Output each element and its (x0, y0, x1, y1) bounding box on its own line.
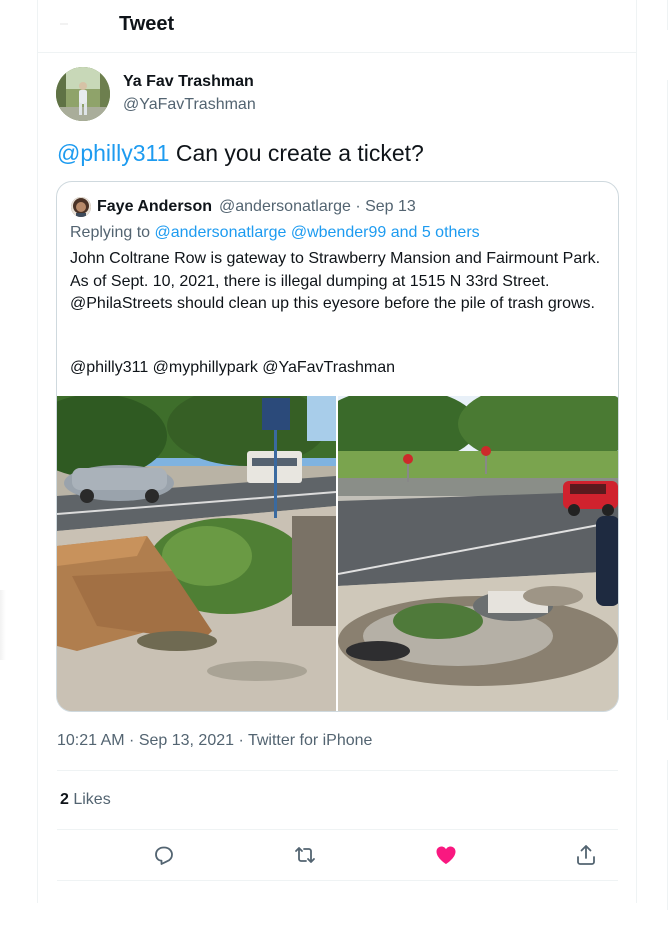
replying-mentions: @andersonatlarge @wbender99 and 5 others (154, 224, 480, 241)
quote-mentions: @philly311 @myphillypark @YaFavTrashman (70, 359, 395, 376)
divider (57, 770, 618, 771)
likes-label: Likes (68, 791, 111, 808)
tweet-text-body: Can you create a ticket? (169, 140, 424, 166)
quote-body: John Coltrane Row is gateway to Strawber… (70, 250, 601, 312)
left-edge-shadow (0, 590, 6, 660)
quoted-tweet[interactable]: Faye Anderson @andersonatlarge · Sep 13 … (56, 181, 619, 712)
quote-avatar (71, 197, 91, 217)
reply-icon[interactable] (152, 843, 176, 867)
tweet-header: Tweet (38, 0, 636, 53)
quote-media (57, 396, 618, 711)
quote-replying-to: Replying to @andersonatlarge @wbender99 … (70, 224, 480, 242)
tweet-text: @philly311 Can you create a ticket? (57, 140, 424, 167)
back-arrow-icon[interactable] (60, 20, 68, 28)
author-name[interactable]: Ya Fav Trashman (123, 73, 254, 91)
divider (57, 880, 618, 881)
quote-meta: @andersonatlarge · Sep 13 (219, 198, 416, 215)
share-icon[interactable] (574, 843, 598, 867)
quote-author-name: Faye Anderson (97, 198, 212, 215)
action-bar (57, 830, 618, 880)
page-title: Tweet (119, 13, 175, 35)
mention-link[interactable]: @philly311 (57, 140, 169, 166)
heart-icon[interactable] (434, 843, 458, 867)
avatar[interactable] (56, 67, 110, 121)
replying-prefix: Replying to (70, 224, 155, 241)
street-photo-right[interactable] (338, 396, 618, 711)
retweet-icon[interactable] (293, 843, 317, 867)
tweet-timestamp[interactable]: 10:21 AM · Sep 13, 2021 · Twitter for iP… (57, 732, 372, 750)
likes-count[interactable]: 2 Likes (60, 791, 111, 809)
author-handle[interactable]: @YaFavTrashman (123, 96, 256, 114)
tweet-column: Tweet Ya Fav Trashman @YaFavTrashman @ph… (37, 0, 637, 903)
street-photo-left[interactable] (57, 396, 336, 711)
likes-number: 2 (60, 791, 69, 808)
